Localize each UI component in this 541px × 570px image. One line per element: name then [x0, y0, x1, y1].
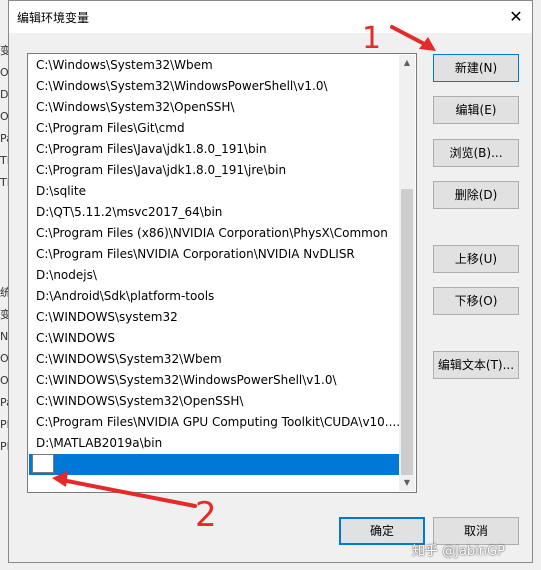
background-label: PE [0, 418, 8, 431]
path-list-item[interactable]: D:\MATLAB2019a\bin [29, 433, 401, 454]
scroll-up-arrow-icon[interactable]: ▲ [399, 55, 415, 71]
path-list-item[interactable]: C:\WINDOWS\System32\OpenSSH\ [29, 391, 401, 412]
background-label: O [0, 110, 8, 123]
scrollbar-thumb[interactable] [401, 189, 413, 475]
vertical-scrollbar[interactable]: ▲ ▼ [399, 55, 415, 491]
path-list-item[interactable]: C:\Windows\System32\Wbem [29, 55, 401, 76]
path-list-item[interactable]: C:\WINDOWS\System32\Wbem [29, 349, 401, 370]
background-label: N [0, 330, 8, 343]
path-list-item[interactable]: D:\QT\5.11.2\msvc2017_64\bin [29, 202, 401, 223]
path-list-items: C:\Windows\System32\Wbem C:\Windows\Syste… [29, 55, 401, 475]
background-label: O [0, 66, 8, 79]
delete-button[interactable]: 删除(D) [433, 181, 519, 209]
title-bar: 编辑环境变量 ✕ [9, 1, 532, 33]
path-list[interactable]: C:\Windows\System32\Wbem C:\Windows\Syste… [27, 53, 417, 493]
scroll-down-arrow-icon[interactable]: ▼ [399, 475, 415, 491]
path-list-item[interactable]: C:\Program Files\NVIDIA Corporation\NVID… [29, 244, 401, 265]
close-icon: ✕ [509, 7, 523, 26]
path-list-item[interactable]: C:\Program Files\Java\jdk1.8.0_191\bin [29, 139, 401, 160]
background-label: 统 [0, 286, 8, 299]
background-label: PF [0, 440, 8, 453]
path-list-item[interactable]: C:\WINDOWS\system32 [29, 307, 401, 328]
edit-env-variable-dialog: 编辑环境变量 ✕ C:\Windows\System32\Wbem C:\Wind… [8, 0, 533, 563]
move-up-button[interactable]: 上移(U) [433, 245, 519, 273]
background-label: TN [0, 176, 8, 189]
background-label: 变 [0, 44, 8, 57]
dialog-title: 编辑环境变量 [17, 11, 90, 25]
background-label [0, 238, 8, 260]
background-label: O [0, 352, 8, 365]
path-list-item[interactable]: D:\Android\Sdk\platform-tools [29, 286, 401, 307]
background-label: O [0, 374, 8, 387]
path-list-item[interactable]: C:\Windows\System32\WindowsPowerShell\v1… [29, 76, 401, 97]
background-label [0, 260, 8, 282]
path-list-item[interactable]: C:\Program Files\Git\cmd [29, 118, 401, 139]
background-label: D [0, 88, 8, 101]
background-label: Pa [0, 396, 8, 409]
browse-button[interactable]: 浏览(B)... [433, 139, 519, 167]
new-button[interactable]: 新建(N) [433, 54, 519, 82]
new-path-row[interactable] [29, 454, 401, 475]
background-label: 变 [0, 308, 8, 321]
background-label: Pa [0, 132, 8, 145]
background-label [0, 194, 8, 216]
path-list-item[interactable]: D:\sqlite [29, 181, 401, 202]
edit-text-button[interactable]: 编辑文本(T)... [433, 351, 519, 379]
background-window-labels: 变ODOPaTETN统变NOOPaPEPF [0, 40, 8, 458]
background-label: TE [0, 154, 8, 167]
path-list-item[interactable]: C:\Program Files\Java\jdk1.8.0_191\jre\b… [29, 160, 401, 181]
background-label [0, 216, 8, 238]
new-path-input[interactable] [32, 454, 54, 473]
path-list-item[interactable]: D:\nodejs\ [29, 265, 401, 286]
edit-button[interactable]: 编辑(E) [433, 96, 519, 124]
path-list-item[interactable]: C:\Windows\System32\OpenSSH\ [29, 97, 401, 118]
watermark: 知乎 @JabinGP [412, 544, 505, 559]
path-list-item[interactable]: C:\Program Files\NVIDIA GPU Computing To… [29, 412, 401, 433]
close-button[interactable]: ✕ [504, 5, 528, 29]
path-list-item[interactable]: C:\Program Files (x86)\NVIDIA Corporatio… [29, 223, 401, 244]
path-list-item[interactable]: C:\WINDOWS\System32\WindowsPowerShell\v1… [29, 370, 401, 391]
path-list-item[interactable]: C:\WINDOWS [29, 328, 401, 349]
move-down-button[interactable]: 下移(O) [433, 287, 519, 315]
